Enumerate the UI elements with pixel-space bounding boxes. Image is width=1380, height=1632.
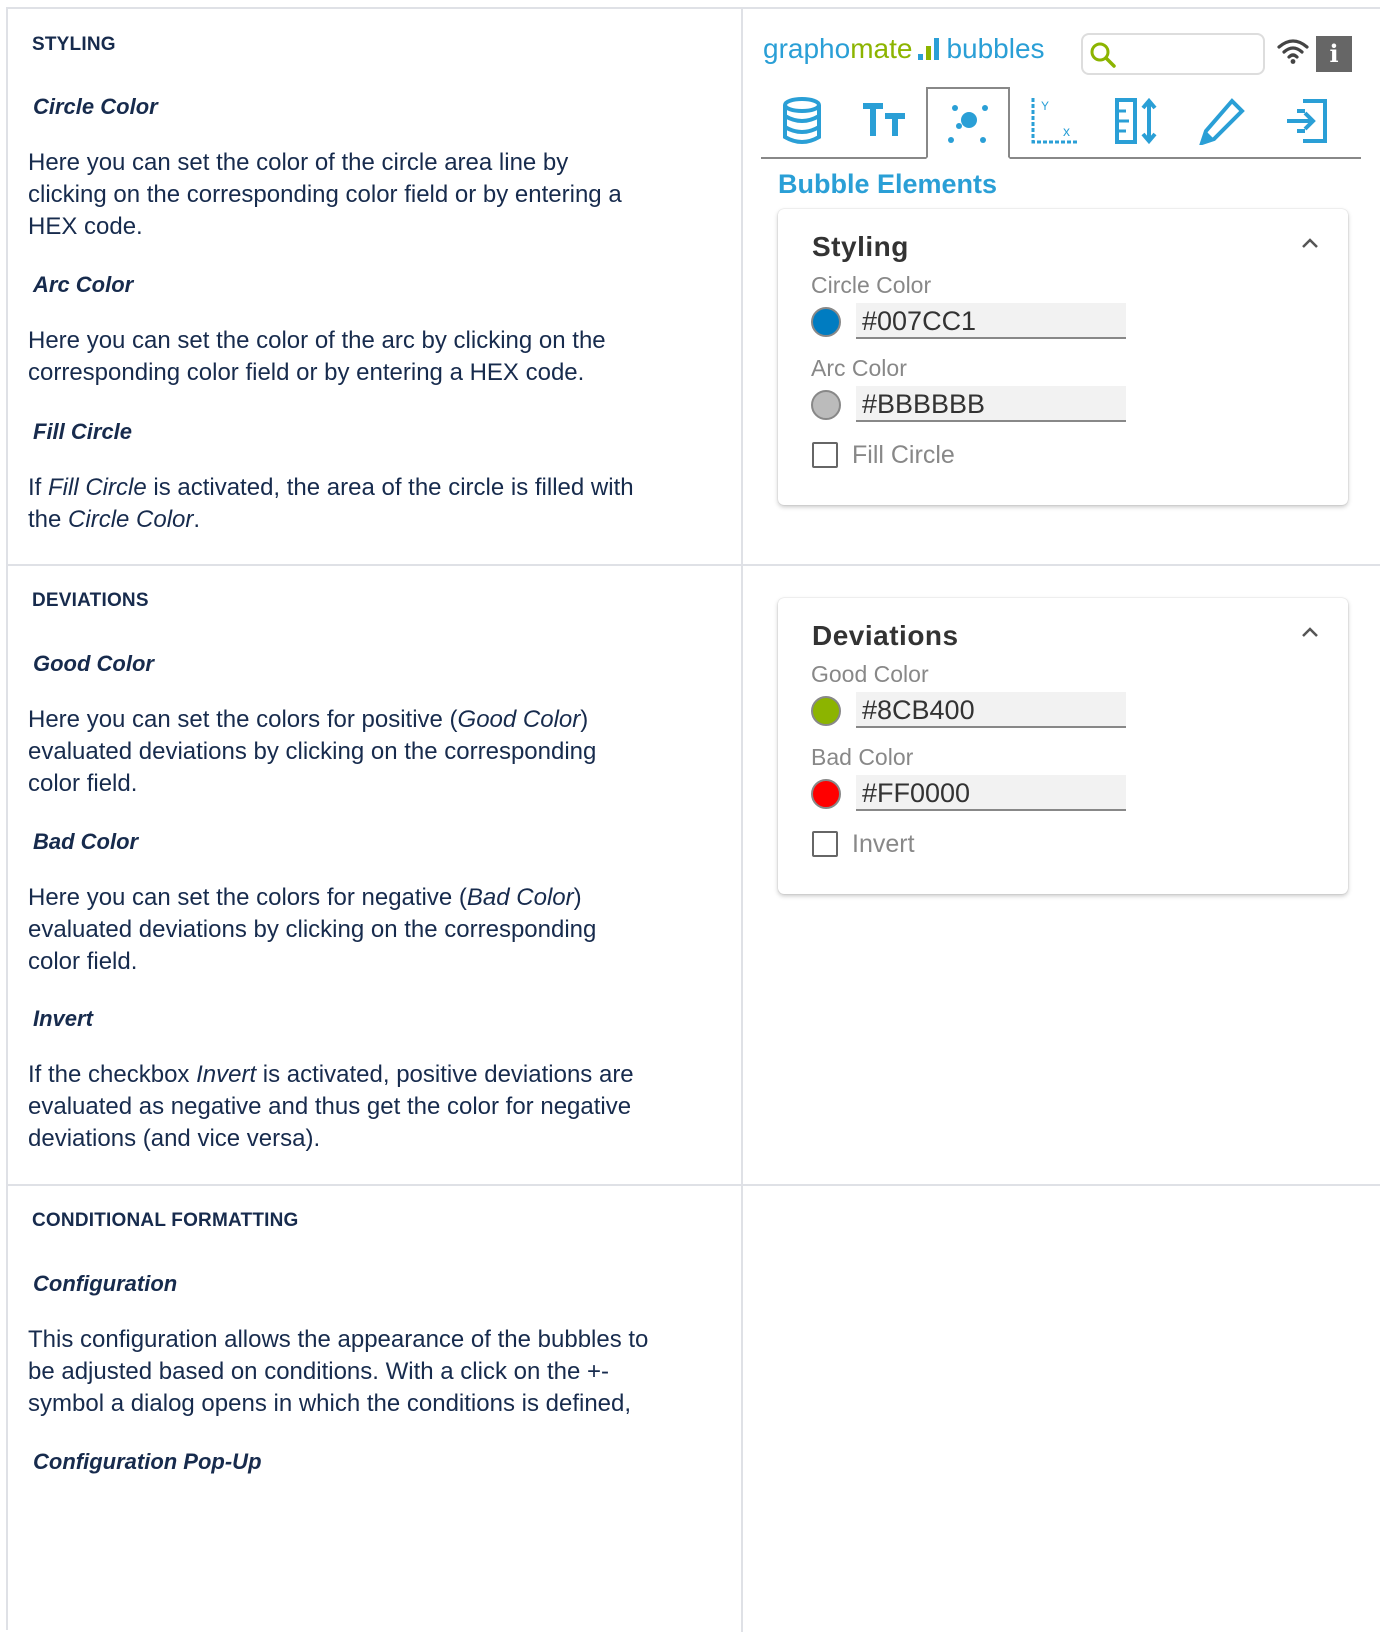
arc-color-input[interactable]: #BBBBBB	[856, 386, 1126, 422]
subheading-configuration: Configuration	[33, 1271, 178, 1296]
arc-color-label: Arc Color	[811, 355, 907, 381]
section-heading: CONDITIONAL FORMATTING	[32, 1210, 299, 1231]
table-row-styling: STYLING Circle Color Here you can set th…	[8, 9, 1380, 566]
good-color-label: Good Color	[811, 661, 929, 687]
chevron-up-icon[interactable]	[1300, 237, 1320, 249]
circle-color-label: Circle Color	[811, 272, 932, 298]
database-icon	[783, 97, 821, 144]
circle-color-swatch[interactable]	[811, 307, 841, 337]
tab-export[interactable]	[1266, 87, 1348, 155]
paragraph-bad-color: Here you can set the colors for negative…	[28, 884, 597, 975]
description-cell: DEVIATIONS Good Color Here you can set t…	[8, 566, 743, 1184]
axis-icon: Y x	[1031, 98, 1077, 144]
search-input[interactable]	[1081, 33, 1265, 75]
export-icon	[1287, 99, 1327, 143]
subheading-circle-color: Circle Color	[33, 94, 158, 119]
tab-edit[interactable]	[1181, 87, 1263, 155]
documentation-table: STYLING Circle Color Here you can set th…	[6, 7, 1380, 1632]
bad-color-input[interactable]: #FF0000	[856, 775, 1126, 811]
circle-color-input[interactable]: #007CC1	[856, 303, 1126, 339]
svg-text:x: x	[1063, 123, 1070, 139]
graphomate-logo: graphomate bubbles	[763, 33, 1045, 64]
bubble-elements-icon	[948, 105, 988, 143]
subheading-good-color: Good Color	[33, 651, 154, 676]
section-heading: STYLING	[32, 34, 116, 55]
description-cell: STYLING Circle Color Here you can set th…	[8, 9, 743, 564]
subheading-configuration-popup: Configuration Pop-Up	[33, 1449, 262, 1474]
screenshot-cell: Deviations Good Color #8CB400 Bad Color …	[743, 566, 1380, 1184]
paragraph-circle-color: Here you can set the color of the circle…	[28, 149, 622, 240]
paragraph-configuration: This configuration allows the appearance…	[28, 1326, 649, 1417]
arc-color-swatch[interactable]	[811, 390, 841, 420]
good-color-swatch[interactable]	[811, 696, 841, 726]
table-row-conditional-formatting: CONDITIONAL FORMATTING Configuration Thi…	[8, 1186, 1380, 1632]
bad-color-swatch[interactable]	[811, 779, 841, 809]
chevron-up-icon[interactable]	[1300, 626, 1320, 638]
designer-tab-bar: Y x	[761, 87, 1361, 159]
subheading-invert: Invert	[33, 1006, 93, 1031]
search-icon	[1090, 42, 1116, 68]
tab-scale[interactable]	[1096, 87, 1178, 155]
paragraph-arc-color: Here you can set the color of the arc by…	[28, 327, 606, 386]
screenshot-cell	[743, 1186, 1380, 1632]
fill-circle-label: Fill Circle	[852, 441, 955, 469]
deviations-card: Deviations Good Color #8CB400 Bad Color …	[778, 598, 1348, 894]
paragraph-fill-circle: If Fill Circle is activated, the area of…	[28, 474, 634, 533]
wifi-icon	[1277, 39, 1309, 64]
table-row-deviations: DEVIATIONS Good Color Here you can set t…	[8, 566, 1380, 1186]
pencil-icon	[1199, 98, 1245, 145]
designer-panel-header: graphomate bubbles i Y x	[761, 19, 1361, 159]
subheading-fill-circle: Fill Circle	[33, 419, 133, 444]
panel-section-title: Bubble Elements	[778, 169, 998, 199]
invert-label: Invert	[852, 830, 915, 858]
subheading-bad-color: Bad Color	[33, 829, 139, 854]
paragraph-invert: If the checkbox Invert is activated, pos…	[28, 1061, 634, 1152]
tab-bubble-elements[interactable]	[926, 87, 1010, 159]
svg-text:Y: Y	[1041, 99, 1049, 113]
tab-text[interactable]	[843, 87, 925, 155]
bad-color-label: Bad Color	[811, 744, 914, 770]
subheading-arc-color: Arc Color	[33, 272, 134, 297]
invert-checkbox[interactable]	[812, 831, 838, 857]
card-title: Styling	[812, 231, 909, 262]
good-color-input[interactable]: #8CB400	[856, 692, 1126, 728]
logo-bars-icon	[918, 38, 942, 60]
text-format-icon	[863, 103, 905, 136]
fill-circle-checkbox[interactable]	[812, 442, 838, 468]
tab-data[interactable]	[761, 87, 843, 155]
styling-card: Styling Circle Color #007CC1 Arc Color #…	[778, 209, 1348, 505]
tab-axis[interactable]: Y x	[1012, 87, 1094, 155]
card-title: Deviations	[812, 620, 959, 651]
ruler-icon	[1115, 97, 1157, 145]
description-cell: CONDITIONAL FORMATTING Configuration Thi…	[8, 1186, 743, 1632]
section-heading: DEVIATIONS	[32, 590, 149, 611]
info-button[interactable]: i	[1316, 36, 1352, 72]
screenshot-cell: graphomate bubbles i Y x Bubble Elements…	[743, 9, 1380, 564]
paragraph-good-color: Here you can set the colors for positive…	[28, 706, 597, 797]
